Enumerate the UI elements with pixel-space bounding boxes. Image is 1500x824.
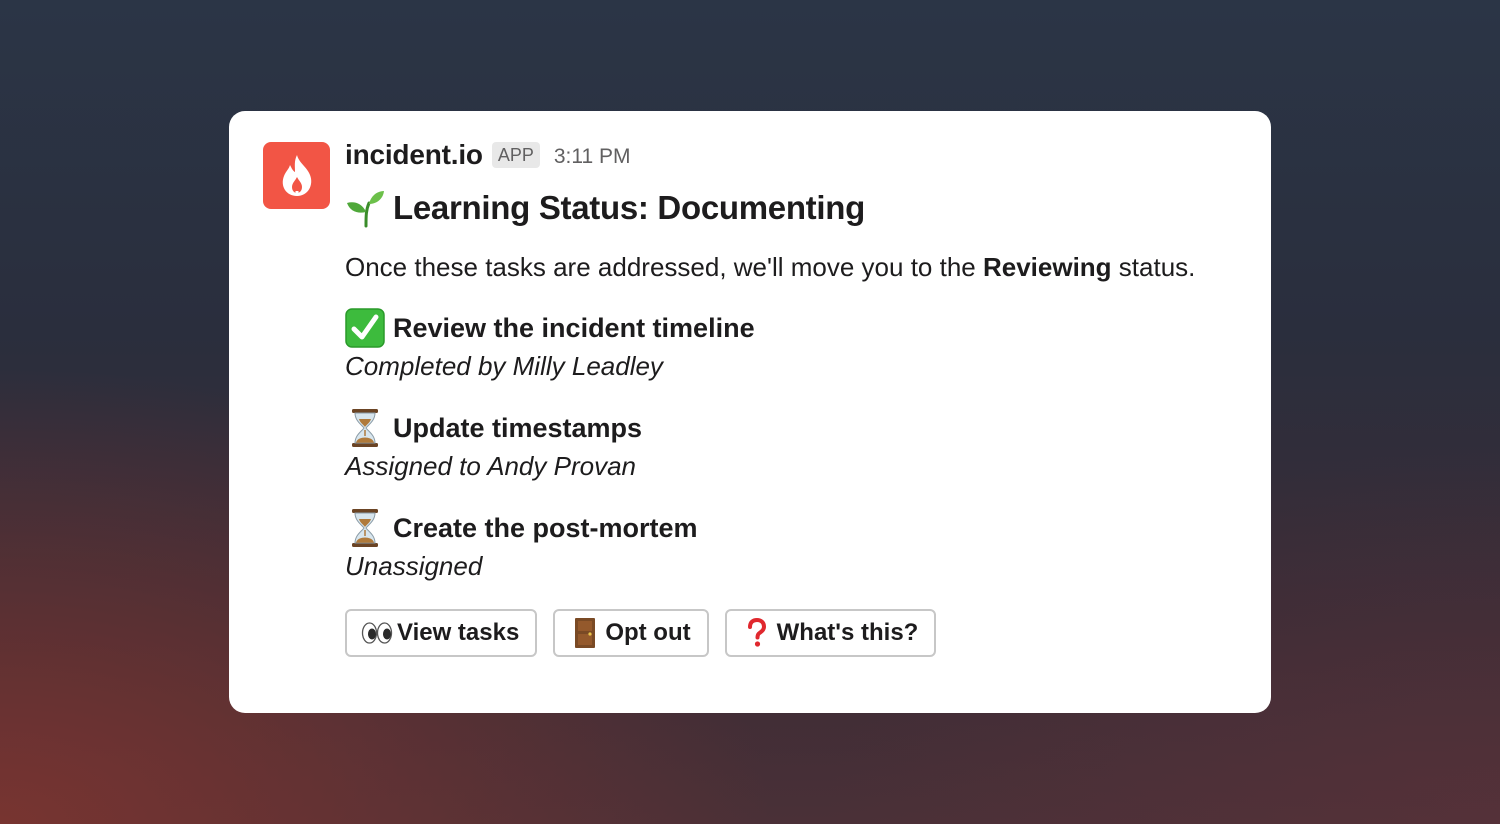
app-name[interactable]: incident.io [345, 139, 483, 171]
message-timestamp[interactable]: 3:11 PM [554, 145, 631, 169]
door-icon [569, 618, 601, 648]
task-title: Update timestamps [393, 412, 643, 443]
task-item: Review the incident timeline Completed b… [345, 308, 1245, 382]
app-badge: APP [491, 142, 540, 168]
hourglass-icon [345, 508, 385, 548]
seedling-icon [345, 188, 385, 228]
app-avatar[interactable] [263, 142, 330, 209]
flame-icon [282, 154, 311, 196]
view-tasks-button[interactable]: View tasks [345, 609, 538, 657]
title-text: Learning Status: Documenting [393, 189, 865, 226]
action-buttons: View tasks Opt out What's this? [345, 609, 1245, 657]
eyes-icon [361, 618, 393, 648]
button-label: View tasks [397, 619, 520, 646]
task-title: Review the incident timeline [393, 312, 755, 343]
task-item: Update timestamps Assigned to Andy Prova… [345, 408, 1245, 482]
message-description: Once these tasks are addressed, we'll mo… [345, 251, 1245, 283]
message-card: incident.io APP 3:11 PM Learning Status:… [229, 111, 1271, 713]
button-label: What's this? [776, 619, 919, 646]
description-after: status. [1111, 252, 1196, 282]
task-subtitle: Unassigned [345, 551, 483, 581]
task-subtitle: Assigned to Andy Provan [345, 451, 636, 481]
task-subtitle: Completed by Milly Leadley [345, 351, 663, 381]
hourglass-icon [345, 408, 385, 448]
opt-out-button[interactable]: Opt out [553, 609, 709, 657]
description-before: Once these tasks are addressed, we'll mo… [345, 252, 983, 282]
question-mark-icon [741, 618, 773, 648]
whats-this-button[interactable]: What's this? [724, 609, 937, 657]
message-title: Learning Status: Documenting [345, 187, 1245, 229]
message-content: incident.io APP 3:11 PM Learning Status:… [345, 135, 1245, 657]
task-title: Create the post-mortem [393, 512, 698, 543]
button-label: Opt out [605, 619, 691, 646]
message-header: incident.io APP 3:11 PM [345, 135, 1245, 175]
check-mark-icon [345, 308, 385, 348]
description-bold: Reviewing [982, 252, 1112, 282]
task-item: Create the post-mortem Unassigned [345, 508, 1245, 582]
